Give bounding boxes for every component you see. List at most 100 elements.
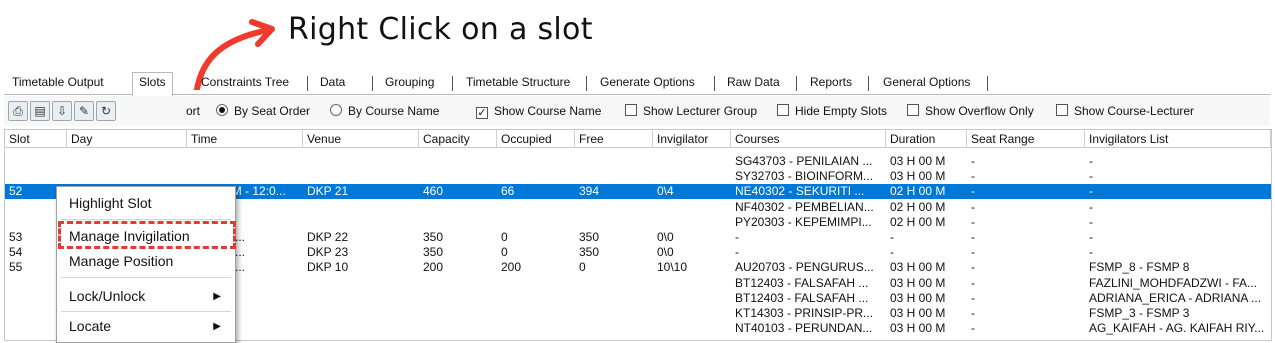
cell-courses: SY32703 - BIOINFORM...: [735, 169, 874, 184]
cell-invigilator: [653, 154, 731, 169]
cell-occupied: [497, 306, 575, 321]
edit-icon[interactable]: ✎: [74, 101, 94, 121]
cell-occupied: [497, 291, 575, 306]
tab-slots[interactable]: Slots: [132, 72, 173, 96]
sort-by-seat-radio[interactable]: By Seat Order: [216, 104, 310, 118]
cell-duration: 03 H 00 M: [890, 306, 946, 320]
tab-raw-data[interactable]: Raw Data: [727, 75, 780, 89]
column-header-time[interactable]: Time: [187, 130, 303, 148]
tab-strip: Timetable Output Slots Constraints Tree …: [4, 72, 1270, 96]
tab-data[interactable]: Data: [320, 75, 345, 89]
cell-venue: DKP 10: [307, 260, 349, 275]
cell-free: [575, 200, 653, 215]
cell-time: [187, 169, 303, 184]
tab-general-options[interactable]: General Options: [883, 75, 970, 89]
cell-free: 394: [579, 184, 600, 199]
cell-capacity: [419, 276, 497, 291]
cell-invigilator: [653, 169, 731, 184]
print-icon[interactable]: ⎙: [8, 101, 28, 121]
cell-venue: [303, 200, 419, 215]
cell-free: 350: [579, 230, 600, 244]
tab-reports[interactable]: Reports: [810, 75, 852, 89]
submenu-arrow-icon: ▶: [213, 321, 221, 332]
tab-timetable-structure[interactable]: Timetable Structure: [466, 75, 570, 89]
tab-constraints-tree[interactable]: Constraints Tree: [201, 75, 289, 89]
cell-seat-range: -: [971, 154, 975, 168]
cell-slot: [5, 169, 67, 184]
tab-grouping[interactable]: Grouping: [385, 75, 434, 89]
column-header-seat-range[interactable]: Seat Range: [967, 130, 1085, 148]
cell-capacity: [419, 215, 497, 230]
column-header-occupied[interactable]: Occupied: [497, 130, 575, 148]
menu-item-lock-unlock[interactable]: Lock/Unlock: [69, 288, 145, 304]
column-header-capacity[interactable]: Capacity: [419, 130, 497, 148]
column-header-venue[interactable]: Venue: [303, 130, 419, 148]
cell-courses: AU20703 - PENGURUS...: [735, 260, 874, 275]
column-header-slot[interactable]: Slot: [5, 130, 67, 148]
menu-item-manage-position[interactable]: Manage Position: [69, 253, 173, 269]
show-overflow-only-checkbox[interactable]: Show Overflow Only: [907, 104, 1034, 118]
cell-invigilators-list: -: [1089, 154, 1093, 168]
cell-capacity: [419, 169, 497, 184]
table-row[interactable]: SY32703 - BIOINFORM... 03 H 00 M - -: [5, 169, 1271, 184]
toolbar: ⎙ ▤ ⇩ ✎ ↻ ort By Seat Order By Course Na…: [4, 96, 1270, 126]
cell-free: [575, 169, 653, 184]
column-header-invigilators-list[interactable]: Invigilators List: [1085, 130, 1271, 148]
tab-timetable-output[interactable]: Timetable Output: [12, 75, 104, 89]
cell-free: [575, 276, 653, 291]
tab-generate-options[interactable]: Generate Options: [600, 75, 695, 89]
cell-duration: 03 H 00 M: [890, 290, 946, 305]
column-header-invigilator[interactable]: Invigilator: [653, 130, 731, 148]
tab-divider: [868, 76, 869, 91]
cell-venue: [303, 276, 419, 291]
cell-capacity: [419, 321, 497, 336]
cell-free: [575, 306, 653, 321]
cell-free: 0: [579, 260, 586, 275]
cell-courses: SG43703 - PENILAIAN ...: [735, 154, 873, 168]
column-header-courses[interactable]: Courses: [731, 130, 886, 148]
cell-duration: 03 H 00 M: [890, 275, 946, 290]
cell-time: [187, 154, 303, 169]
cell-courses: NT40103 - PERUNDAN...: [735, 321, 873, 336]
column-header-duration[interactable]: Duration: [886, 130, 967, 148]
sort-by-course-radio[interactable]: By Course Name: [330, 104, 439, 118]
cell-invigilators-list: FAZLINI_MOHDFADZWI - FA...: [1089, 275, 1258, 290]
cell-invigilators-list: FSMP_3 - FSMP 3: [1089, 306, 1190, 320]
cell-venue: [303, 154, 419, 169]
column-header-free[interactable]: Free: [575, 130, 653, 148]
hide-empty-slots-checkbox[interactable]: Hide Empty Slots: [777, 104, 887, 118]
cell-occupied: 200: [501, 260, 522, 275]
menu-item-highlight-slot[interactable]: Highlight Slot: [69, 195, 152, 211]
cell-invigilators-list: -: [1089, 230, 1093, 244]
export-icon[interactable]: ⇩: [52, 101, 72, 121]
refresh-icon[interactable]: ↻: [96, 101, 116, 121]
show-lecturer-group-checkbox[interactable]: Show Lecturer Group: [625, 104, 757, 118]
cell-capacity: [419, 154, 497, 169]
cell-capacity: 460: [423, 184, 444, 199]
cell-occupied: 0: [501, 245, 508, 260]
print-preview-icon[interactable]: ▤: [30, 101, 50, 121]
cell-duration: 03 H 00 M: [890, 154, 946, 168]
annotation-text: Right Click on a slot: [288, 12, 593, 47]
cell-capacity: [419, 291, 497, 306]
column-header-day[interactable]: Day: [67, 130, 187, 148]
show-course-lecturer-checkbox[interactable]: Show Course-Lecturer: [1056, 104, 1194, 118]
cell-courses: KT14303 - PRINSIP-PR...: [735, 306, 874, 320]
cell-venue: [303, 169, 419, 184]
cell-venue: DKP 21: [307, 184, 349, 199]
table-row[interactable]: SG43703 - PENILAIAN ... 03 H 00 M - -: [5, 154, 1271, 169]
cell-duration: 03 H 00 M: [890, 260, 946, 275]
cell-seat-range: -: [971, 321, 975, 336]
cell-invigilator: 0\0: [657, 245, 674, 260]
cell-duration: 02 H 00 M: [890, 199, 946, 214]
cell-invigilator: 0\4: [657, 184, 674, 199]
cell-seat-range: -: [971, 214, 975, 229]
cell-seat-range: -: [971, 184, 975, 199]
menu-item-locate[interactable]: Locate: [69, 318, 111, 334]
show-course-name-checkbox[interactable]: ✓ Show Course Name: [476, 104, 601, 119]
tab-divider: [987, 76, 988, 91]
cell-seat-range: -: [971, 306, 975, 320]
cell-duration: 02 H 00 M: [890, 214, 946, 229]
cell-invigilators-list: ADRIANA_ERICA - ADRIANA ...: [1089, 290, 1262, 305]
cell-courses: -: [735, 230, 739, 244]
